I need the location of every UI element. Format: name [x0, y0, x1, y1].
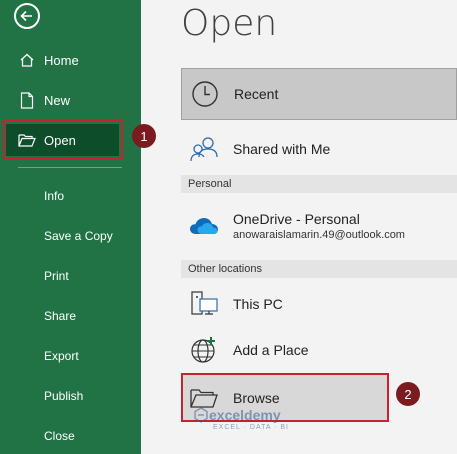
location-label: Recent — [234, 86, 279, 102]
new-document-icon — [18, 91, 36, 109]
location-label: Add a Place — [233, 342, 309, 358]
location-label: Shared with Me — [233, 141, 331, 157]
watermark-tagline: EXCEL · DATA · BI — [213, 424, 289, 431]
sidebar-item-save-a-copy[interactable]: Save a Copy — [44, 229, 113, 243]
sidebar-item-share[interactable]: Share — [44, 309, 76, 323]
section-header-other-locations: Other locations — [181, 260, 457, 278]
step-badge-1: 1 — [132, 124, 156, 148]
sidebar-item-close[interactable]: Close — [44, 429, 75, 443]
onedrive-text: OneDrive - Personal anowaraislamarin.49@… — [233, 211, 405, 241]
sidebar-item-new[interactable]: New — [0, 84, 141, 116]
watermark: exceldemy EXCEL · DATA · BI — [193, 407, 288, 431]
sidebar-item-export[interactable]: Export — [44, 349, 79, 363]
location-this-pc[interactable]: This PC — [181, 284, 457, 324]
section-header-personal: Personal — [181, 175, 457, 193]
globe-add-icon — [189, 335, 219, 365]
onedrive-account-email: anowaraislamarin.49@outlook.com — [233, 229, 405, 241]
location-onedrive-personal[interactable]: OneDrive - Personal anowaraislamarin.49@… — [181, 203, 457, 249]
watermark-name: exceldemy — [209, 407, 281, 423]
people-icon — [189, 134, 219, 164]
location-label: This PC — [233, 296, 283, 312]
sidebar-item-publish[interactable]: Publish — [44, 389, 83, 403]
sidebar-item-label: Home — [44, 52, 79, 68]
sidebar-item-print[interactable]: Print — [44, 269, 69, 283]
sidebar-item-info[interactable]: Info — [44, 189, 64, 203]
home-icon — [18, 51, 36, 69]
sidebar-item-home[interactable]: Home — [0, 44, 141, 76]
watermark-logo-icon — [194, 407, 208, 423]
sidebar-divider — [18, 167, 122, 168]
sidebar-item-label: New — [44, 92, 71, 108]
location-add-a-place[interactable]: Add a Place — [181, 330, 457, 370]
location-shared-with-me[interactable]: Shared with Me — [181, 128, 457, 170]
backstage-sidebar: Home New Open Info Save a Copy Print Sha… — [0, 0, 141, 454]
highlight-box-open — [3, 119, 123, 159]
step-badge-2: 2 — [396, 382, 420, 406]
page-title: Open — [181, 3, 278, 44]
computer-icon — [189, 289, 219, 319]
clock-icon — [190, 79, 220, 109]
location-label: OneDrive - Personal — [233, 211, 360, 227]
onedrive-cloud-icon — [189, 211, 219, 241]
back-arrow-icon — [20, 10, 32, 22]
back-button[interactable] — [14, 3, 40, 29]
location-recent[interactable]: Recent — [181, 68, 457, 120]
